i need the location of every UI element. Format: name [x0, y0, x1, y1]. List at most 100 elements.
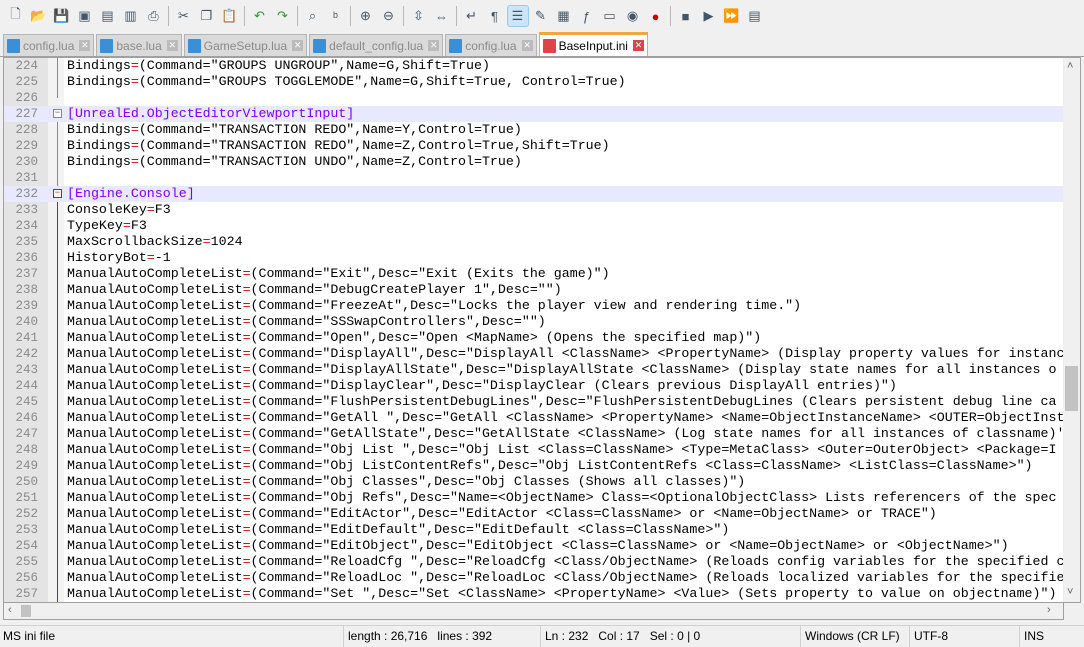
save-macro-icon[interactable]: ▤ [745, 6, 765, 26]
horizontal-scrollbar[interactable]: ‹ › [3, 603, 1064, 620]
code-line[interactable]: 254 ManualAutoCompleteList=(Command="Edit… [4, 538, 1064, 554]
code-line[interactable]: 252 ManualAutoCompleteList=(Command="Edit… [4, 506, 1064, 522]
code-line[interactable]: 253 ManualAutoCompleteList=(Command="Edit… [4, 522, 1064, 538]
code-line[interactable]: 224 Bindings=(Command="GROUPS UNGROUP",Na… [4, 58, 1064, 74]
show-all-chars-icon[interactable]: ¶ [485, 6, 505, 26]
save-all-icon[interactable]: ▣ [75, 6, 95, 26]
close-tab-icon[interactable]: ✕ [521, 40, 533, 51]
paste-icon[interactable]: 📋 [220, 6, 240, 26]
code-line[interactable]: 237 ManualAutoCompleteList=(Command="Exit… [4, 266, 1064, 282]
code-line[interactable]: 236 HistoryBot=-1 [4, 250, 1064, 266]
replace-icon[interactable]: ᵇ [326, 6, 346, 26]
close-all-icon[interactable]: ▥ [121, 6, 141, 26]
close-icon[interactable]: ▤ [98, 6, 118, 26]
monitor-icon[interactable]: ◉ [623, 6, 643, 26]
tab-config-lua[interactable]: config.lua ✕ [445, 34, 537, 56]
tab-default-config-lua[interactable]: default_config.lua ✕ [309, 34, 444, 56]
code-line[interactable]: 229 Bindings=(Command="TRANSACTION REDO",… [4, 138, 1064, 154]
tab-config-lua[interactable]: config.lua ✕ [3, 34, 95, 56]
tab-base-lua[interactable]: base.lua ✕ [96, 34, 182, 56]
open-file-icon[interactable]: 📂 [29, 6, 49, 26]
scroll-right-icon[interactable]: › [1047, 604, 1051, 616]
redo-icon[interactable]: ↷ [273, 6, 293, 26]
fold-collapse-icon[interactable]: − [53, 109, 62, 118]
sync-vertical-icon[interactable]: ⇳ [409, 6, 429, 26]
vertical-scroll-thumb[interactable] [1065, 366, 1078, 411]
status-mode[interactable]: INS [1020, 626, 1060, 647]
tab-label: GameSetup.lua [203, 38, 288, 53]
close-tab-icon[interactable]: ✕ [632, 40, 644, 51]
function-list-icon[interactable]: ƒ [577, 6, 597, 26]
code-line[interactable]: 257 ManualAutoCompleteList=(Command="Set … [4, 586, 1064, 602]
zoom-out-icon[interactable]: ⊖ [379, 6, 399, 26]
code-line[interactable]: 235 MaxScrollbackSize=1024 [4, 234, 1064, 250]
code-line[interactable]: 227 [UnrealEd.ObjectEditorViewportInput] − [4, 106, 1064, 122]
status-encoding[interactable]: UTF-8 [910, 625, 1020, 647]
code-line[interactable]: 231 [4, 170, 1064, 186]
status-eol[interactable]: Windows (CR LF) [801, 625, 910, 647]
code-line[interactable]: 232 [Engine.Console] − [4, 186, 1064, 202]
file-icon [449, 38, 463, 53]
save-icon[interactable]: 💾 [52, 6, 72, 26]
fold-collapse-icon[interactable]: − [53, 189, 62, 198]
folder-workspace-icon[interactable]: ▭ [600, 6, 620, 26]
undo-icon[interactable]: ↶ [250, 6, 270, 26]
indent-guide-icon[interactable]: ☰ [506, 5, 529, 27]
close-tab-icon[interactable]: ✕ [428, 40, 440, 51]
tab-baseinput-ini[interactable]: BaseInput.ini ✕ [538, 32, 648, 56]
code-line[interactable]: 250 ManualAutoCompleteList=(Command="Obj … [4, 474, 1064, 490]
code-line[interactable]: 241 ManualAutoCompleteList=(Command="Open… [4, 330, 1064, 346]
code-line[interactable]: 234 TypeKey=F3 [4, 218, 1064, 234]
play-macro-icon[interactable]: ▶ [699, 6, 719, 26]
sync-horizontal-icon[interactable]: ⇔ [432, 6, 452, 26]
line-number: 235 [15, 235, 38, 249]
code-line[interactable]: 247 ManualAutoCompleteList=(Command="GetA… [4, 426, 1064, 442]
code-line[interactable]: 233 ConsoleKey=F3 [4, 202, 1064, 218]
code-line[interactable]: 228 Bindings=(Command="TRANSACTION REDO",… [4, 122, 1064, 138]
close-tab-icon[interactable]: ✕ [292, 40, 304, 51]
tab-gamesetup-lua[interactable]: GameSetup.lua ✕ [183, 34, 308, 56]
code-line[interactable]: 238 ManualAutoCompleteList=(Command="Debu… [4, 282, 1064, 298]
stop-macro-icon[interactable]: ■ [676, 6, 696, 26]
code-line[interactable]: 249 ManualAutoCompleteList=(Command="Obj … [4, 458, 1064, 474]
code-line[interactable]: 255 ManualAutoCompleteList=(Command="Relo… [4, 554, 1064, 570]
code-line[interactable]: 230 Bindings=(Command="TRANSACTION UNDO",… [4, 154, 1064, 170]
editor[interactable]: 224 Bindings=(Command="GROUPS UNGROUP",Na… [3, 57, 1081, 603]
scroll-left-icon[interactable]: ‹ [8, 604, 12, 616]
status-length: length : 26,716 [348, 628, 428, 643]
copy-icon[interactable]: ❐ [197, 6, 217, 26]
code-line[interactable]: 225 Bindings=(Command="GROUPS TOGGLEMODE"… [4, 74, 1064, 90]
scroll-down-icon[interactable]: ˅ [1067, 586, 1073, 598]
tab-label: base.lua [116, 38, 162, 53]
code-line[interactable]: 226 [4, 90, 1064, 106]
code-line[interactable]: 243 ManualAutoCompleteList=(Command="Disp… [4, 362, 1064, 378]
toolbar-separator [244, 6, 245, 26]
horizontal-scroll-thumb[interactable] [21, 605, 31, 617]
cut-icon[interactable]: ✂ [174, 6, 194, 26]
code-line[interactable]: 240 ManualAutoCompleteList=(Command="SSSw… [4, 314, 1064, 330]
close-tab-icon[interactable]: ✕ [166, 40, 178, 51]
run-macro-multiple-icon[interactable]: ⏩ [722, 6, 742, 26]
line-text: Bindings=(Command="TRANSACTION REDO",Nam… [67, 122, 522, 137]
user-defined-lang-icon[interactable]: ✎ [531, 6, 551, 26]
code-line[interactable]: 244 ManualAutoCompleteList=(Command="Disp… [4, 378, 1064, 394]
code-line[interactable]: 248 ManualAutoCompleteList=(Command="Obj … [4, 442, 1064, 458]
code-line[interactable]: 245 ManualAutoCompleteList=(Command="Flus… [4, 394, 1064, 410]
print-icon[interactable]: ⎙ [144, 6, 164, 26]
new-file-icon[interactable]: 🗋 [6, 6, 26, 26]
close-tab-icon[interactable]: ✕ [79, 40, 91, 51]
code-line[interactable]: 251 ManualAutoCompleteList=(Command="Obj … [4, 490, 1064, 506]
code-line[interactable]: 246 ManualAutoCompleteList=(Command="GetA… [4, 410, 1064, 426]
record-macro-icon[interactable]: ● [646, 6, 666, 26]
zoom-in-icon[interactable]: ⊕ [356, 6, 376, 26]
code-line[interactable]: 256 ManualAutoCompleteList=(Command="Relo… [4, 570, 1064, 586]
code-line[interactable]: 242 ManualAutoCompleteList=(Command="Disp… [4, 346, 1064, 362]
code-line[interactable]: 239 ManualAutoCompleteList=(Command="Free… [4, 298, 1064, 314]
word-wrap-icon[interactable]: ↵ [462, 6, 482, 26]
scroll-up-icon[interactable]: ˄ [1067, 60, 1073, 72]
status-col: Col : 17 [598, 628, 640, 643]
find-icon[interactable]: ⌕ [303, 6, 323, 26]
doc-map-icon[interactable]: ▦ [554, 6, 574, 26]
tab-label: config.lua [465, 38, 517, 53]
vertical-scrollbar[interactable]: ˄ ˅ [1063, 58, 1080, 602]
